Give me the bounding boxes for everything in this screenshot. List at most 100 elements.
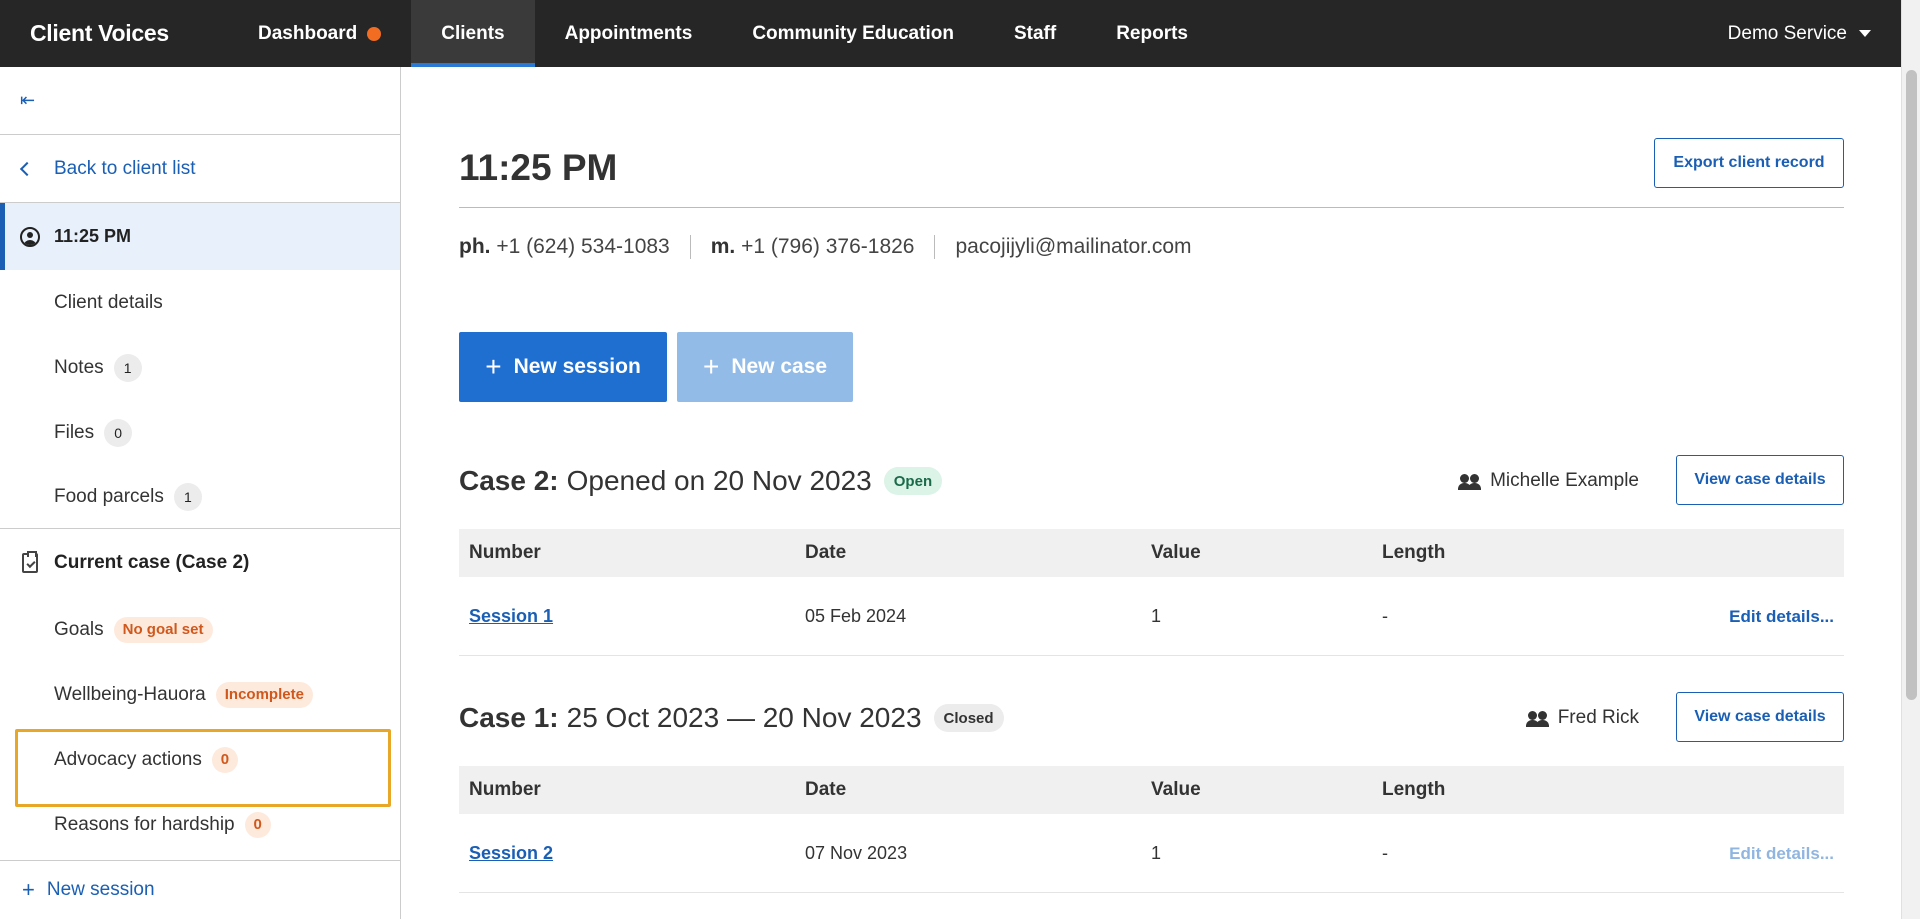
account-menu[interactable]: Demo Service — [1728, 23, 1901, 45]
sidebar-item-label: Wellbeing-Hauora — [54, 683, 206, 705]
column-header: Date — [805, 542, 847, 563]
sidebar-item-label: Notes — [54, 356, 104, 378]
top-navigation: Client Voices Dashboard Clients Appointm… — [0, 0, 1901, 67]
phone: ph. +1 (624) 534-1083 — [459, 235, 690, 259]
column-header: Length — [1382, 542, 1446, 563]
count-badge: 0 — [244, 811, 271, 838]
sessions-table: Number Date Value Length Session 2 07 No… — [459, 766, 1844, 893]
status-badge: No goal set — [113, 616, 213, 643]
session-link[interactable]: Session 2 — [469, 843, 553, 863]
case-label: Case 1: — [459, 702, 559, 733]
length-cell: - — [1382, 842, 1388, 863]
mobile-value: +1 (796) 376-1826 — [741, 235, 915, 258]
caret-down-icon — [1859, 30, 1871, 37]
case-heading: 25 Oct 2023 — 20 Nov 2023 — [566, 702, 922, 733]
current-case-label: Current case (Case 2) — [54, 552, 250, 573]
email[interactable]: pacojijyli@mailinator.com — [934, 235, 1211, 259]
value-cell: 1 — [1151, 605, 1162, 626]
sidebar-item-advocacy[interactable]: Advocacy actions 0 — [0, 727, 400, 792]
collapse-left-icon: ⇤ — [20, 90, 36, 110]
status-badge: Open — [883, 467, 943, 495]
back-label: Back to client list — [54, 157, 196, 179]
client-name: 11:25 PM — [54, 226, 132, 246]
sidebar-item-food-parcels[interactable]: Food parcels 1 — [0, 465, 400, 528]
people-icon — [1458, 474, 1482, 490]
column-header: Date — [805, 779, 847, 800]
scrollbar-thumb[interactable] — [1906, 70, 1917, 700]
user-circle-icon — [20, 226, 40, 247]
notification-dot-icon — [367, 26, 382, 41]
edit-details-link[interactable]: Edit details... — [1729, 607, 1834, 626]
sidebar-item-label: Food parcels — [54, 485, 164, 507]
status-badge: Incomplete — [215, 681, 313, 708]
vertical-scrollbar[interactable] — [1901, 0, 1920, 919]
nav-reports[interactable]: Reports — [1086, 0, 1218, 67]
sidebar-item-wellbeing[interactable]: Wellbeing-Hauora Incomplete — [0, 662, 400, 727]
edit-details-link[interactable]: Edit details... — [1729, 844, 1834, 863]
plus-icon: + — [702, 351, 720, 382]
sidebar-item-client[interactable]: 11:25 PM — [0, 203, 400, 270]
view-case-details-button[interactable]: View case details — [1676, 455, 1844, 505]
count-badge: 0 — [211, 746, 238, 773]
phone-value: +1 (624) 534-1083 — [496, 235, 670, 258]
nav-clients[interactable]: Clients — [411, 0, 535, 67]
session-cell: Session 1 — [459, 606, 805, 627]
export-client-record-button[interactable]: Export client record — [1654, 138, 1844, 188]
back-to-client-list-link[interactable]: Back to client list — [0, 135, 400, 203]
view-case-details-button[interactable]: View case details — [1676, 692, 1844, 742]
collapse-sidebar-button[interactable]: ⇤ — [0, 67, 400, 135]
column-header: Length — [1382, 779, 1446, 800]
length-cell: - — [1382, 605, 1388, 626]
sidebar-item-current-case[interactable]: Current case (Case 2) — [0, 529, 400, 597]
clipboard-check-icon — [22, 551, 38, 573]
value-cell: 1 — [1151, 842, 1162, 863]
sidebar-item-files[interactable]: Files 0 — [0, 400, 400, 465]
nav-dashboard[interactable]: Dashboard — [228, 0, 411, 67]
plus-icon: + — [485, 351, 502, 382]
table-header: Number Date Value Length — [459, 529, 1844, 577]
table-row: Session 2 07 Nov 2023 1 - Edit details..… — [459, 814, 1844, 893]
case-label: Case 2: — [459, 465, 559, 496]
session-link[interactable]: Session 1 — [469, 606, 553, 626]
status-badge: Closed — [933, 704, 1004, 732]
sidebar-item-label: Files — [54, 421, 95, 443]
edit-cell: Edit details... — [1682, 843, 1844, 864]
sidebar-item-hardship[interactable]: Reasons for hardship 0 — [0, 792, 400, 857]
column-header: Value — [1151, 779, 1201, 800]
case-title: Case 2: Opened on 20 Nov 2023 Open — [459, 461, 943, 501]
case-worker: Michelle Example — [1458, 461, 1639, 501]
sessions-table: Number Date Value Length Session 1 05 Fe… — [459, 529, 1844, 656]
nav-appointments[interactable]: Appointments — [535, 0, 723, 67]
account-name: Demo Service — [1727, 22, 1847, 44]
nav-community-education[interactable]: Community Education — [722, 0, 984, 67]
date-cell: 07 Nov 2023 — [805, 842, 908, 863]
brand-logo[interactable]: Client Voices — [0, 20, 228, 47]
sidebar-item-label: Client details — [54, 291, 163, 313]
table-header: Number Date Value Length — [459, 766, 1844, 814]
contact-info: ph. +1 (624) 534-1083 m. +1 (796) 376-18… — [459, 222, 1212, 272]
new-session-button-label: New session — [513, 355, 641, 378]
mobile-label: m. — [710, 235, 736, 258]
count-badge: 0 — [104, 418, 133, 447]
new-session-button[interactable]: + New session — [459, 332, 667, 402]
case-title: Case 1: 25 Oct 2023 — 20 Nov 2023 Closed — [459, 698, 1004, 738]
sidebar-item-notes[interactable]: Notes 1 — [0, 335, 400, 400]
page-title: 11:25 PM — [459, 147, 618, 188]
new-case-button[interactable]: + New case — [677, 332, 853, 402]
column-header: Number — [469, 542, 541, 563]
chevron-left-icon — [19, 161, 35, 176]
count-badge: 1 — [173, 482, 202, 511]
sidebar-item-label: Advocacy actions — [54, 748, 202, 770]
sidebar-item-client-details[interactable]: Client details — [0, 270, 400, 335]
sidebar-item-goals[interactable]: Goals No goal set — [0, 597, 400, 662]
plus-icon: + — [22, 877, 35, 902]
edit-cell: Edit details... — [1682, 606, 1844, 627]
new-case-button-label: New case — [731, 355, 828, 378]
mobile: m. +1 (796) 376-1826 — [689, 235, 935, 259]
phone-label: ph. — [459, 235, 491, 258]
worker-name: Fred Rick — [1557, 707, 1639, 728]
new-session-label: New session — [46, 879, 155, 900]
column-header: Number — [469, 779, 541, 800]
nav-staff[interactable]: Staff — [984, 0, 1086, 67]
sidebar-new-session-link[interactable]: + New session — [0, 860, 400, 919]
